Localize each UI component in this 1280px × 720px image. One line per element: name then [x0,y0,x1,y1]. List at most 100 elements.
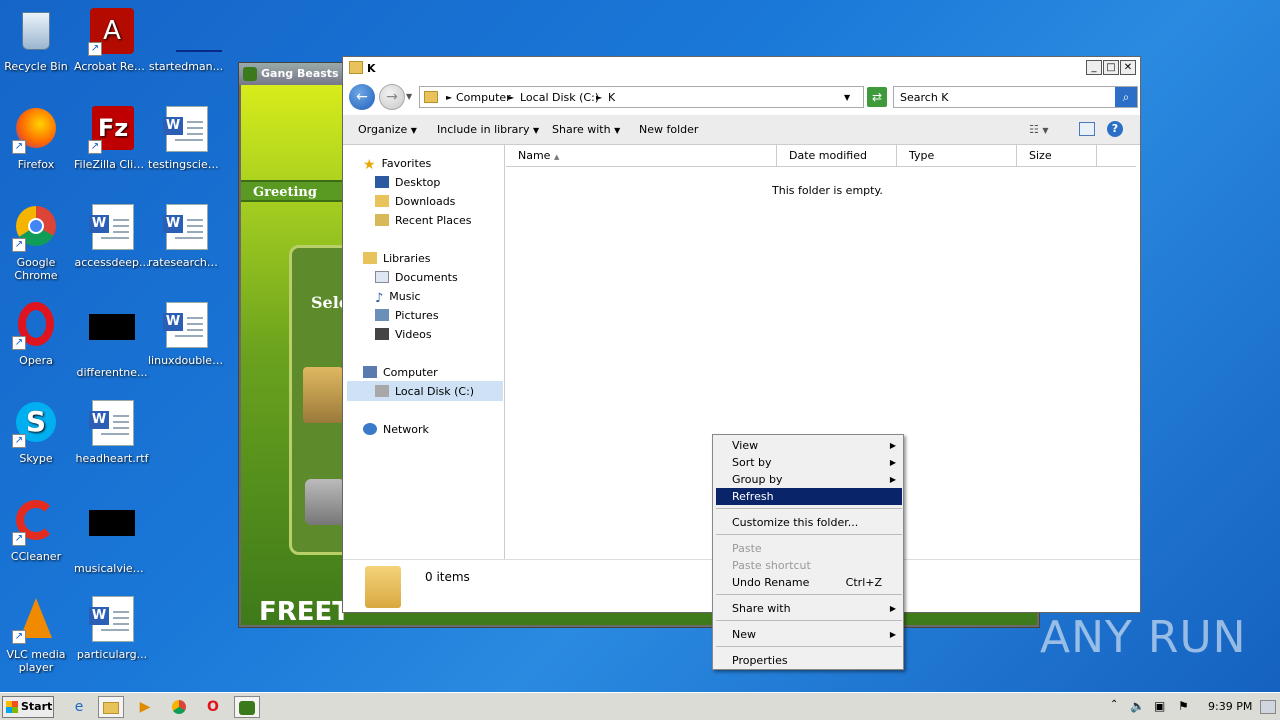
share-with-label: Share with [552,123,611,136]
desktop-icon-acrobat[interactable]: A ↗ Acrobat Reader DC [74,8,150,73]
black-file-icon [88,510,136,558]
menu-item-new[interactable]: New ▶ [716,626,902,643]
desktop-icon-label: Skype [19,452,53,465]
search-box[interactable]: Search K ⌕ [893,86,1138,108]
opera-taskbar-icon[interactable]: O [200,696,226,718]
address-bar-row: ← → ▼ ► Computer ► Local Disk (C:) ► K ▼… [343,79,1140,115]
column-size[interactable]: Size [1017,145,1097,167]
nav-item-network[interactable]: Network [363,421,429,439]
network-tray-icon[interactable]: ▣ [1154,699,1165,713]
folder-image-icon[interactable] [303,367,343,423]
include-in-library-button[interactable]: Include in library ▼ [437,123,539,136]
desktop-icon-vlc[interactable]: ↗ VLC media player [0,596,74,674]
nav-item-libraries[interactable]: Libraries [363,250,431,268]
column-date-modified[interactable]: Date modified [777,145,897,167]
menu-item-customize[interactable]: Customize this folder... [716,514,902,531]
nav-item-documents[interactable]: Documents [375,269,458,287]
shortcut-arrow-icon: ↗ [12,336,26,350]
refresh-icon[interactable]: ⇄ [867,87,887,107]
desktop-icon-recycle-bin[interactable]: Recycle Bin [0,8,74,73]
breadcrumb[interactable]: ► Computer ► Local Disk (C:) ► K ▼ [419,86,864,108]
desktop-icon-musicalview[interactable]: musicalview... [74,498,150,575]
action-center-flag-icon[interactable]: ⚑ [1178,699,1189,713]
nav-item-pictures[interactable]: Pictures [375,307,439,325]
desktop-icon-headheart[interactable]: W headheart.rtf [74,400,150,465]
desktop-icon-firefox[interactable]: ↗ Firefox [0,106,74,171]
documents-icon [375,271,389,283]
recent-pages-dropdown-icon[interactable]: ▼ [406,92,412,101]
chrome-taskbar-icon[interactable] [166,696,192,718]
help-icon[interactable]: ? [1107,121,1123,137]
show-desktop-button[interactable] [1260,700,1276,714]
organize-button[interactable]: Organize ▼ [358,123,417,136]
nav-item-videos[interactable]: Videos [375,326,432,344]
menu-item-refresh[interactable]: Refresh [716,488,902,505]
desktop-icon-testingscien[interactable]: W testingscien... [148,106,224,171]
menu-item-undo-rename[interactable]: Undo Rename Ctrl+Z [716,574,902,591]
menu-item-paste-shortcut: Paste shortcut [732,559,811,572]
menu-item-share-with[interactable]: Share with ▶ [716,600,902,617]
search-input[interactable]: Search K [900,91,949,104]
desktop-icon-opera[interactable]: ↗ Opera [0,302,74,367]
command-bar: Organize ▼ Include in library ▼ Share wi… [343,115,1140,145]
breadcrumb-k[interactable]: K [608,91,615,104]
greeting-header: Greeting [241,180,351,202]
desktop-icon-label: VLC media player [6,648,66,674]
address-dropdown-icon[interactable]: ▼ [844,93,850,102]
start-button[interactable]: Start [2,696,54,718]
column-type[interactable]: Type [897,145,1017,167]
desktop-icon-label: particularg... [76,648,148,661]
explorer-titlebar[interactable]: K _ □ ✕ [343,57,1140,79]
share-with-button[interactable]: Share with ▼ [552,123,620,136]
desktop-icon-chrome[interactable]: ↗ Google Chrome [0,204,74,282]
nav-item-recent-places[interactable]: Recent Places [375,212,472,230]
drive-icon [375,385,389,397]
explorer-taskbar-icon[interactable] [98,696,124,718]
search-icon[interactable]: ⌕ [1115,87,1137,107]
desktop-icon-startedman[interactable]: startedman... [148,8,224,73]
close-button[interactable]: ✕ [1120,60,1136,75]
clock[interactable]: 9:39 PM [1208,700,1252,713]
new-folder-button[interactable]: New folder [639,123,698,136]
network-icon [363,423,377,435]
gang-beasts-taskbar-icon[interactable] [234,696,260,718]
speaker-icon[interactable]: 🔈 [1130,699,1145,713]
nav-item-computer[interactable]: Computer [363,364,438,382]
nav-item-local-disk[interactable]: Local Disk (C:) [375,383,474,401]
back-button[interactable]: ← [349,84,375,110]
chevron-right-icon[interactable]: ► [596,93,602,102]
menu-item-sort-by[interactable]: Sort by ▶ [716,454,902,471]
minimize-button[interactable]: _ [1086,60,1102,75]
maximize-button[interactable]: □ [1103,60,1119,75]
chevron-right-icon[interactable]: ► [508,93,514,102]
menu-item-group-by[interactable]: Group by ▶ [716,471,902,488]
nav-label: Recent Places [395,214,472,227]
desktop-icon-label: musicalview... [74,562,150,575]
word-document-icon: W [162,204,210,252]
desktop-icon-ratesearche[interactable]: W ratesearche... [148,204,224,269]
desktop-icon-differentne[interactable]: differentne... [74,302,150,379]
desktop-icon-skype[interactable]: S ↗ Skype [0,400,74,465]
desktop-icon-particularg[interactable]: W particularg... [74,596,150,661]
nav-item-music[interactable]: ♪ Music [375,288,421,306]
menu-item-properties[interactable]: Properties [716,652,902,669]
nav-item-desktop[interactable]: Desktop [375,174,440,192]
hard-drive-icon[interactable] [305,479,345,525]
breadcrumb-local-disk[interactable]: Local Disk (C:) [520,91,599,104]
desktop-icon-accessdeep[interactable]: W accessdeep... [74,204,150,269]
tray-expand-icon[interactable]: ⌃ [1110,699,1118,710]
desktop-icon-filezilla[interactable]: Fz ↗ FileZilla Client [74,106,150,171]
menu-item-view[interactable]: View ▶ [716,437,902,454]
preview-pane-icon[interactable] [1079,122,1095,136]
column-name[interactable]: Name ▲ [506,145,777,167]
desktop-icon-linuxdouble[interactable]: W linuxdouble.rtf [148,302,224,367]
internet-explorer-icon[interactable]: e [66,696,92,718]
view-options-icon[interactable]: ☷ ▼ [1029,123,1049,136]
forward-button[interactable]: → [379,84,405,110]
breadcrumb-computer[interactable]: Computer [456,91,511,104]
nav-item-downloads[interactable]: Downloads [375,193,455,211]
media-player-icon[interactable]: ▶ [132,696,158,718]
desktop-icon-ccleaner[interactable]: ↗ CCleaner [0,498,74,563]
nav-item-favorites[interactable]: ★ Favorites [363,155,431,173]
chevron-right-icon[interactable]: ► [446,93,452,102]
